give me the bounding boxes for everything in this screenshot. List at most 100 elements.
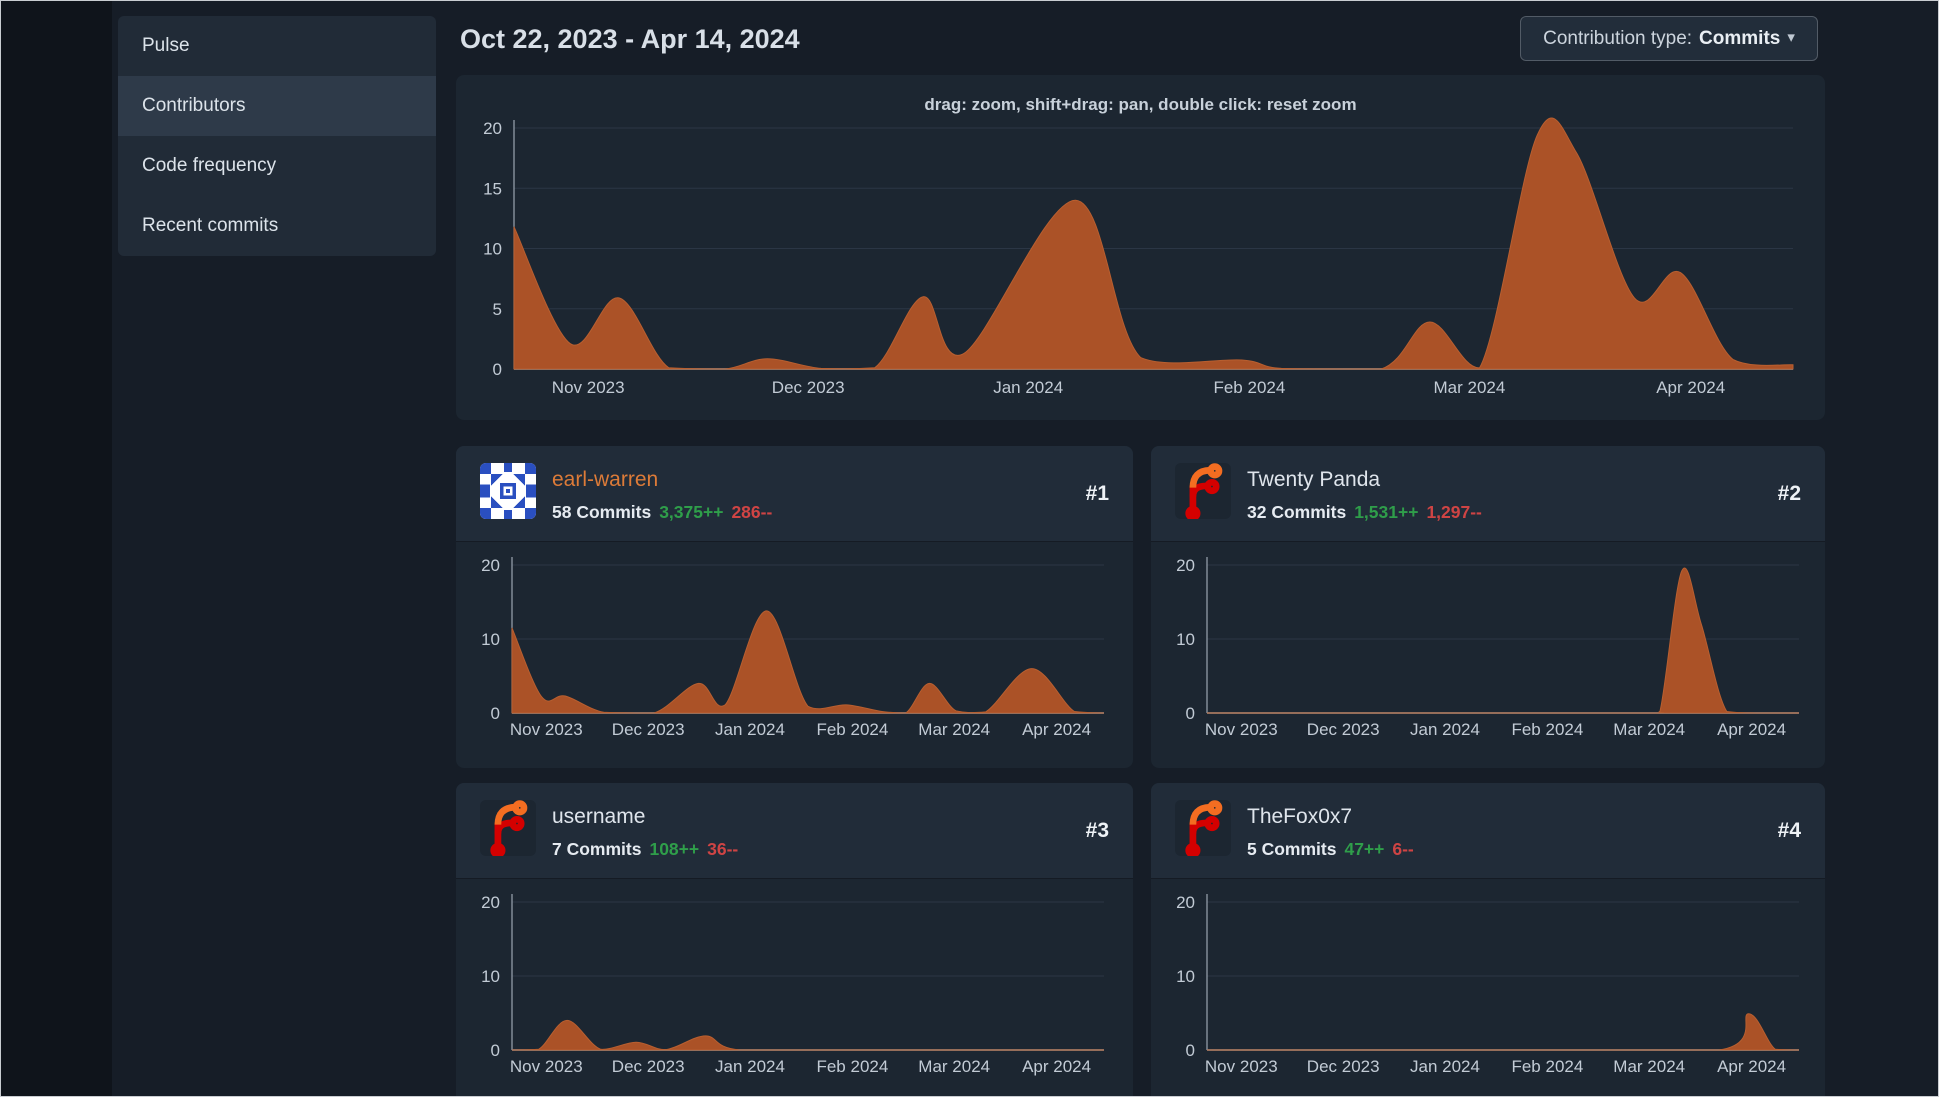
svg-text:10: 10	[481, 630, 500, 649]
svg-text:Dec 2023: Dec 2023	[1307, 1057, 1380, 1076]
contributor-activity-chart[interactable]: 0 10 20 Nov 2023 Dec 2023 Jan 2024 Feb 2024 Mar…	[1165, 548, 1813, 748]
svg-text:Feb 2024: Feb 2024	[816, 1057, 888, 1076]
svg-text:Nov 2023: Nov 2023	[552, 378, 625, 397]
svg-text:Apr 2024: Apr 2024	[1717, 720, 1786, 739]
svg-text:Mar 2024: Mar 2024	[1433, 378, 1505, 397]
svg-text:0: 0	[493, 360, 502, 379]
deletions-count: 1,297--	[1426, 502, 1482, 522]
contributors-page: Pulse Contributors Code frequency Recent…	[1, 1, 1938, 1096]
additions-count: 1,531++	[1354, 502, 1419, 522]
deletions-count: 6--	[1392, 839, 1414, 859]
caret-down-icon: ▾	[1787, 29, 1795, 46]
avatar[interactable]	[1175, 800, 1231, 856]
svg-text:0: 0	[1186, 704, 1195, 723]
svg-text:20: 20	[1176, 556, 1195, 575]
svg-text:Dec 2023: Dec 2023	[1307, 720, 1380, 739]
svg-text:20: 20	[483, 119, 502, 138]
contributor-card: TheFox0x7 5 Commits 47++ 6-- #4 0 10 20 Nov 2…	[1151, 783, 1825, 1096]
avatar[interactable]	[480, 463, 536, 519]
avatar[interactable]	[1175, 463, 1231, 519]
additions-count: 108++	[649, 839, 700, 859]
svg-text:Mar 2024: Mar 2024	[1613, 720, 1685, 739]
svg-text:Mar 2024: Mar 2024	[918, 720, 990, 739]
svg-text:0: 0	[491, 1041, 500, 1060]
repo-activity-sidebar: Pulse Contributors Code frequency Recent…	[118, 16, 436, 256]
contributor-card: Twenty Panda 32 Commits 1,531++ 1,297-- #2…	[1151, 446, 1825, 768]
svg-text:20: 20	[481, 893, 500, 912]
contributor-stats: 7 Commits 108++ 36--	[552, 839, 738, 860]
contributor-card-header: username 7 Commits 108++ 36-- #3	[456, 783, 1133, 879]
svg-text:Apr 2024: Apr 2024	[1022, 720, 1091, 739]
contributor-name[interactable]: username	[552, 805, 645, 829]
svg-text:Mar 2024: Mar 2024	[918, 1057, 990, 1076]
svg-text:Nov 2023: Nov 2023	[510, 1057, 583, 1076]
contributor-rank: #3	[1085, 819, 1109, 842]
svg-text:0: 0	[491, 704, 500, 723]
svg-text:Apr 2024: Apr 2024	[1717, 1057, 1786, 1076]
commit-count: 32 Commits	[1247, 502, 1347, 522]
contributor-rank: #1	[1085, 482, 1109, 505]
svg-text:Dec 2023: Dec 2023	[772, 378, 845, 397]
svg-text:Jan 2024: Jan 2024	[715, 1057, 785, 1076]
svg-text:Apr 2024: Apr 2024	[1656, 378, 1725, 397]
forgejo-logo-icon	[480, 800, 536, 856]
svg-text:Feb 2024: Feb 2024	[1511, 720, 1583, 739]
svg-text:0: 0	[1186, 1041, 1195, 1060]
contributor-name-link[interactable]: earl-warren	[552, 468, 658, 492]
svg-text:10: 10	[1176, 630, 1195, 649]
svg-text:Jan 2024: Jan 2024	[715, 720, 785, 739]
svg-text:15: 15	[483, 179, 502, 198]
contributor-stats: 5 Commits 47++ 6--	[1247, 839, 1414, 860]
svg-text:10: 10	[481, 967, 500, 986]
contributor-rank: #4	[1777, 819, 1801, 842]
svg-text:Jan 2024: Jan 2024	[1410, 1057, 1480, 1076]
contributor-card-header: Twenty Panda 32 Commits 1,531++ 1,297-- #2	[1151, 446, 1825, 542]
contributor-stats: 32 Commits 1,531++ 1,297--	[1247, 502, 1482, 523]
svg-text:Feb 2024: Feb 2024	[1511, 1057, 1583, 1076]
commit-count: 58 Commits	[552, 502, 652, 522]
sidebar-item-recent-commits[interactable]: Recent commits	[118, 196, 436, 256]
forgejo-logo-icon	[1175, 463, 1231, 519]
additions-count: 3,375++	[659, 502, 724, 522]
identicon-avatar-image	[480, 463, 536, 519]
overall-activity-card: drag: zoom, shift+drag: pan, double clic…	[456, 75, 1825, 420]
contributor-card: earl-warren 58 Commits 3,375++ 286-- #1 0 1…	[456, 446, 1133, 768]
sidebar-item-pulse[interactable]: Pulse	[118, 16, 436, 76]
contributor-card-header: earl-warren 58 Commits 3,375++ 286-- #1	[456, 446, 1133, 542]
deletions-count: 36--	[707, 839, 739, 859]
svg-text:Jan 2024: Jan 2024	[993, 378, 1063, 397]
svg-text:Nov 2023: Nov 2023	[1205, 1057, 1278, 1076]
sidebar-item-contributors[interactable]: Contributors	[118, 76, 436, 136]
svg-text:20: 20	[481, 556, 500, 575]
svg-text:10: 10	[483, 240, 502, 259]
svg-text:Nov 2023: Nov 2023	[1205, 720, 1278, 739]
contributor-card-header: TheFox0x7 5 Commits 47++ 6-- #4	[1151, 783, 1825, 879]
sidebar-item-code-frequency[interactable]: Code frequency	[118, 136, 436, 196]
contributor-card: username 7 Commits 108++ 36-- #3 0 10 20 Nov …	[456, 783, 1133, 1096]
contributor-name[interactable]: TheFox0x7	[1247, 805, 1352, 829]
contributor-activity-chart[interactable]: 0 10 20 Nov 2023 Dec 2023 Jan 2024 Feb 2024 Mar…	[470, 548, 1118, 748]
svg-text:5: 5	[493, 300, 502, 319]
svg-text:Jan 2024: Jan 2024	[1410, 720, 1480, 739]
svg-text:Mar 2024: Mar 2024	[1613, 1057, 1685, 1076]
contributor-rank: #2	[1777, 482, 1801, 505]
svg-text:Dec 2023: Dec 2023	[612, 1057, 685, 1076]
svg-text:Feb 2024: Feb 2024	[1213, 378, 1285, 397]
date-range-title: Oct 22, 2023 - Apr 14, 2024	[460, 24, 800, 54]
svg-text:20: 20	[1176, 893, 1195, 912]
deletions-count: 286--	[731, 502, 773, 522]
commit-count: 7 Commits	[552, 839, 642, 859]
contributor-activity-chart[interactable]: 0 10 20 Nov 2023 Dec 2023 Jan 2024 Feb 2024 Mar…	[1165, 885, 1813, 1085]
main-activity-chart[interactable]: 0 5 10 15 20 Nov 2023 Dec 2023 Jan 2024 Feb 2024…	[468, 111, 1813, 411]
contributor-name[interactable]: Twenty Panda	[1247, 468, 1380, 492]
svg-text:Dec 2023: Dec 2023	[612, 720, 685, 739]
svg-text:Apr 2024: Apr 2024	[1022, 1057, 1091, 1076]
contribution-type-dropdown[interactable]: Contribution type: Commits ▾	[1520, 16, 1818, 61]
contribution-type-label: Contribution type:	[1543, 27, 1693, 49]
contributor-stats: 58 Commits 3,375++ 286--	[552, 502, 772, 523]
svg-text:10: 10	[1176, 967, 1195, 986]
commit-count: 5 Commits	[1247, 839, 1337, 859]
additions-count: 47++	[1344, 839, 1385, 859]
avatar[interactable]	[480, 800, 536, 856]
contributor-activity-chart[interactable]: 0 10 20 Nov 2023 Dec 2023 Jan 2024 Feb 2024 Mar…	[470, 885, 1118, 1085]
